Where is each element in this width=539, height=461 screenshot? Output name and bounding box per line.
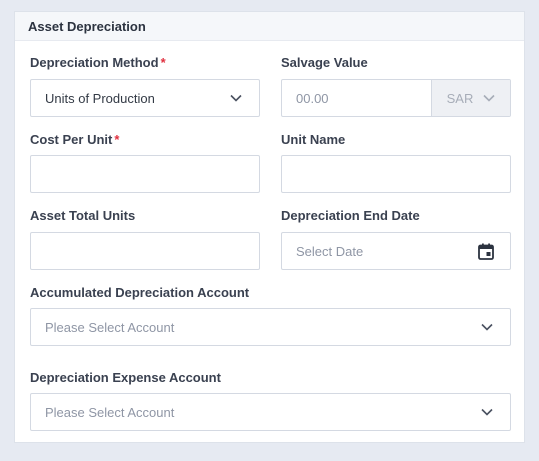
asset-total-units-label: Asset Total Units xyxy=(30,208,136,223)
expense-account-label: Depreciation Expense Account xyxy=(30,370,221,385)
salvage-value-input[interactable]: 00.00 xyxy=(282,91,431,106)
accumulated-account-select[interactable]: Please Select Account xyxy=(30,308,511,346)
depreciation-end-date-input[interactable]: Select Date xyxy=(281,232,511,270)
cost-per-unit-label: Cost Per Unit * xyxy=(30,132,119,147)
unit-name-label: Unit Name xyxy=(281,132,346,147)
asset-total-units-input[interactable] xyxy=(30,232,260,270)
depreciation-method-value: Units of Production xyxy=(45,90,155,106)
required-mark: * xyxy=(114,132,120,147)
card-title: Asset Depreciation xyxy=(15,12,524,41)
depreciation-end-date-label: Depreciation End Date xyxy=(281,208,420,223)
depreciation-method-label-text: Depreciation Method xyxy=(30,55,159,70)
salvage-value-field: 00.00 SAR xyxy=(281,79,511,117)
unit-name-input[interactable] xyxy=(281,155,511,193)
expense-account-select[interactable]: Please Select Account xyxy=(30,393,511,431)
depreciation-method-select[interactable]: Units of Production xyxy=(30,79,260,117)
calendar-icon[interactable] xyxy=(478,243,494,260)
asset-depreciation-card: Asset Depreciation Depreciation Method * … xyxy=(14,11,525,443)
chevron-down-icon xyxy=(480,405,494,419)
accumulated-account-label: Accumulated Depreciation Account xyxy=(30,285,250,300)
salvage-value-label: Salvage Value xyxy=(281,55,368,70)
depreciation-method-label: Depreciation Method * xyxy=(30,55,166,70)
end-date-placeholder: Select Date xyxy=(296,243,364,259)
chevron-down-icon xyxy=(483,94,495,102)
chevron-down-icon xyxy=(480,320,494,334)
expense-account-placeholder: Please Select Account xyxy=(45,404,175,420)
accumulated-account-placeholder: Please Select Account xyxy=(45,319,175,335)
chevron-down-icon xyxy=(229,91,243,105)
cost-per-unit-label-text: Cost Per Unit xyxy=(30,132,113,147)
required-mark: * xyxy=(160,55,166,70)
currency-select[interactable]: SAR xyxy=(431,80,510,116)
cost-per-unit-input[interactable] xyxy=(30,155,260,193)
currency-value: SAR xyxy=(446,90,474,106)
